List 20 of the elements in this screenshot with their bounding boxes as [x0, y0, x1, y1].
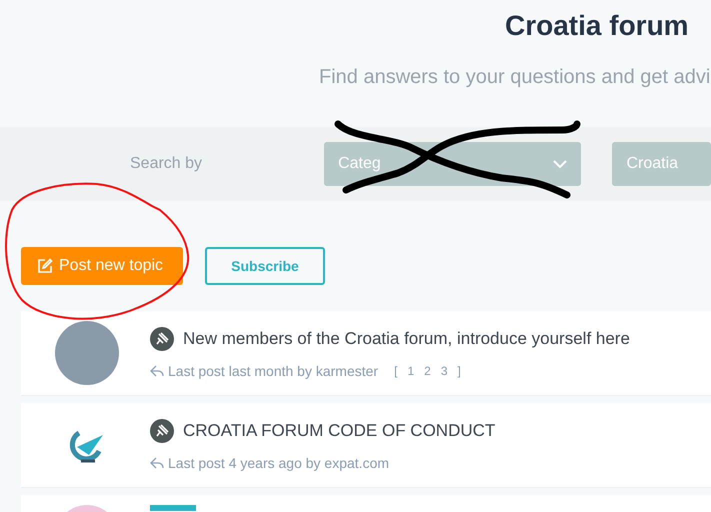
topic-title[interactable]: CROATIA FORUM CODE OF CONDUCT: [183, 421, 496, 441]
page-link[interactable]: 3: [440, 364, 448, 378]
last-post-text: Last post 4 years ago by expat.com: [168, 455, 390, 471]
reply-icon: [150, 457, 164, 469]
post-new-topic-button[interactable]: Post new topic: [21, 247, 183, 285]
pager-bracket: ]: [458, 364, 461, 378]
page-link[interactable]: 2: [424, 364, 431, 378]
edit-icon: [37, 258, 53, 274]
chevron-down-icon: [553, 160, 568, 168]
tag-badge: [150, 505, 196, 511]
pager-bracket: [: [394, 364, 398, 378]
reply-icon: [150, 365, 164, 377]
last-post-text: Last post last month by karmester: [168, 363, 378, 379]
page-link[interactable]: 1: [407, 364, 414, 378]
country-select[interactable]: Croatia: [612, 142, 711, 186]
subscribe-button[interactable]: Subscribe: [205, 247, 325, 285]
page-title: Croatia forum: [504, 9, 690, 43]
topic-title[interactable]: New members of the Croatia forum, introduce yourself here: [183, 329, 630, 349]
search-label: Search by: [130, 155, 204, 173]
page-subtitle: Find answers to your questions and get advi: [318, 65, 711, 90]
